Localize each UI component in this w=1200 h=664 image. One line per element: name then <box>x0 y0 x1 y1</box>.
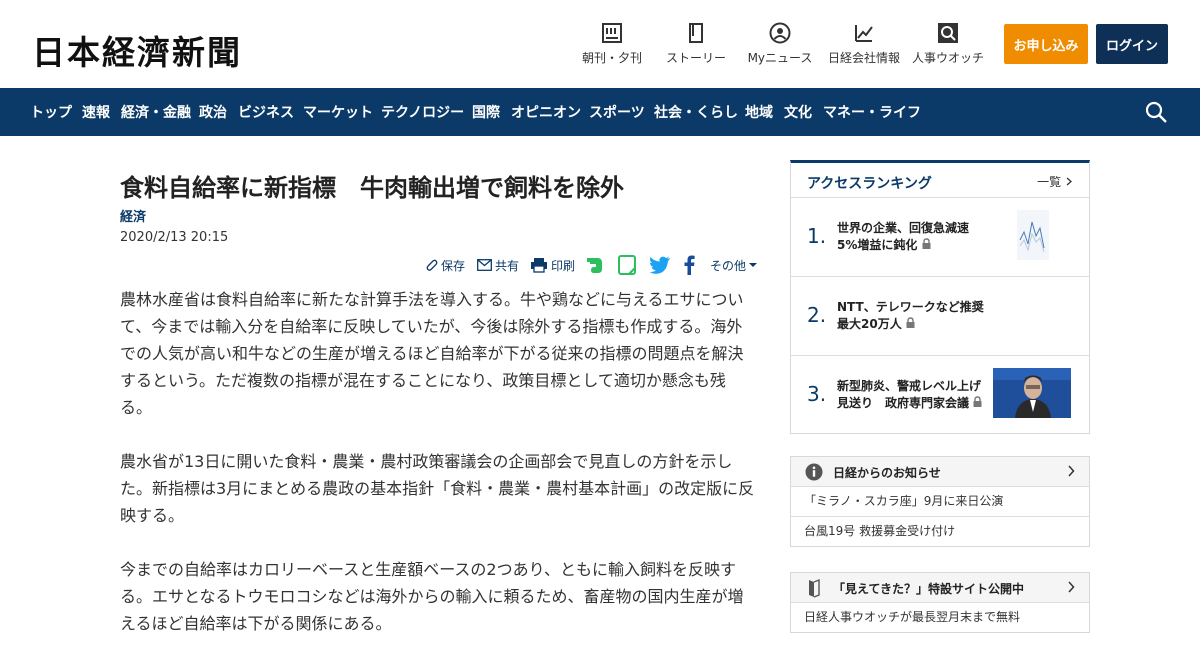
ranking-headline-text: 世界の企業、回復急減速 5%増益に鈍化 <box>837 221 970 252</box>
more-options-button[interactable]: その他 <box>710 254 761 276</box>
book-icon <box>689 23 703 43</box>
facebook-icon <box>684 255 695 275</box>
nav-label: Myニュース <box>747 51 813 65</box>
info-icon <box>805 463 823 481</box>
save-label: 保存 <box>441 258 466 273</box>
nav-label: 日経会社情報 <box>827 51 900 65</box>
login-button[interactable]: ログイン <box>1096 24 1168 64</box>
facebook-button[interactable] <box>683 254 698 276</box>
nav-item-top[interactable]: トップ <box>30 102 72 122</box>
lock-icon <box>922 238 931 249</box>
nav-story[interactable]: ストーリー <box>662 20 730 70</box>
article-date: 2020/2/13 20:15 <box>120 230 229 245</box>
nav-item-region[interactable]: 地域 <box>745 102 773 122</box>
nav-item-breaking[interactable]: 速報 <box>82 102 110 122</box>
more-options-label: その他 <box>710 258 747 273</box>
clip-button[interactable] <box>617 254 640 276</box>
top-header: 日本経濟新聞 朝刊・夕刊 ストーリー Myニュース 日経会社情報 人事ウオッチ … <box>0 0 1200 88</box>
ranking-number: 2. <box>807 303 827 327</box>
nav-company-info[interactable]: 日経会社情報 <box>826 20 902 70</box>
ranking-number: 1. <box>807 224 827 248</box>
evernote-icon <box>587 258 602 273</box>
user-icon <box>769 22 791 44</box>
save-button[interactable]: 保存 <box>424 254 465 276</box>
chevron-right-icon <box>1066 177 1072 186</box>
nav-item-market[interactable]: マーケット <box>303 102 373 122</box>
nav-label: 人事ウオッチ <box>911 51 984 65</box>
promo-title: 「見えてきた？」特設サイト公開中 <box>833 582 1025 596</box>
nav-personnel-watch[interactable]: 人事ウオッチ <box>910 20 986 70</box>
newspaper-icon <box>602 23 622 43</box>
nav-item-sports[interactable]: スポーツ <box>589 102 645 122</box>
clip-note-icon <box>618 255 636 275</box>
nav-item-politics[interactable]: 政治 <box>199 102 227 122</box>
nav-item-business[interactable]: ビジネス <box>238 102 294 122</box>
article-title: 食料自給率に新指標 牛肉輸出増で飼料を除外 <box>120 174 624 202</box>
nav-my-news[interactable]: Myニュース <box>746 20 814 70</box>
ranking-item[interactable]: 3. 新型肺炎、警戒レベル上げ見送り 政府専門家会議 <box>791 356 1089 434</box>
book-mark-icon <box>809 578 820 598</box>
nav-item-international[interactable]: 国際 <box>472 102 500 122</box>
evernote-button[interactable] <box>586 254 607 276</box>
twitter-icon <box>649 256 670 274</box>
ranking-headline: 新型肺炎、警戒レベル上げ見送り 政府専門家会議 <box>837 378 987 412</box>
ranking-number: 3. <box>807 382 827 406</box>
ranking-headline: NTT、テレワークなど推奨 最大20万人 <box>837 299 997 333</box>
article-category[interactable]: 経済 <box>120 206 146 225</box>
twitter-button[interactable] <box>649 254 674 276</box>
magnifier-icon <box>938 23 958 43</box>
nikkei-notices: 日経からのお知らせ 「ミラノ・スカラ座」9月に来日公演 台風19号 救援募金受け… <box>790 456 1090 547</box>
promo-item[interactable]: 日経人事ウオッチが最長翌月末まで無料 <box>791 603 1089 632</box>
notice-item[interactable]: 台風19号 救援募金受け付け <box>791 517 1089 546</box>
chevron-right-icon <box>1068 465 1075 477</box>
share-label: 共有 <box>495 258 520 273</box>
notice-title: 日経からのお知らせ <box>833 466 941 480</box>
ranking-item[interactable]: 1. 世界の企業、回復急減速 5%増益に鈍化 <box>791 198 1089 277</box>
nav-item-economy[interactable]: 経済・金融 <box>121 102 191 122</box>
main-nav: トップ 速報 経済・金融 政治 ビジネス マーケット テクノロジー 国際 オピニ… <box>0 88 1200 136</box>
article-paragraph: 農林水産省は食料自給率に新たな計算手法を導入する。牛や鶏などに与えるエサについて… <box>120 290 744 417</box>
ranking-more-link[interactable]: 一覧 <box>1037 173 1073 190</box>
nav-label: ストーリー <box>665 51 726 65</box>
nav-item-opinion[interactable]: オピニオン <box>511 102 581 122</box>
ranking-item[interactable]: 2. NTT、テレワークなど推奨 最大20万人 <box>791 277 1089 356</box>
paperclip-icon <box>426 259 438 271</box>
nav-paper-edition[interactable]: 朝刊・夕刊 <box>578 20 646 70</box>
mail-icon <box>477 259 492 271</box>
ranking-more-label: 一覧 <box>1037 175 1062 189</box>
notice-header[interactable]: 日経からのお知らせ <box>791 457 1089 487</box>
nav-label: 朝刊・夕刊 <box>581 51 642 65</box>
nav-item-technology[interactable]: テクノロジー <box>381 102 464 122</box>
subscribe-button[interactable]: お申し込み <box>1004 24 1088 64</box>
access-ranking: アクセスランキング 一覧 1. 世界の企業、回復急減速 5%増益に鈍化 2. N… <box>790 160 1090 434</box>
print-button[interactable]: 印刷 <box>530 254 575 276</box>
promo-header[interactable]: 「見えてきた？」特設サイト公開中 <box>791 573 1089 603</box>
lock-icon <box>906 317 915 328</box>
ranking-header: アクセスランキング 一覧 <box>791 163 1089 198</box>
print-label: 印刷 <box>551 258 576 273</box>
nav-item-culture[interactable]: 文化 <box>784 102 812 122</box>
article-paragraph: 今までの自給率はカロリーベースと生産額ベースの2つあり、ともに輸入飼料を反映する… <box>120 560 744 633</box>
share-button[interactable]: 共有 <box>477 254 519 276</box>
lock-icon <box>973 396 982 407</box>
article-paragraph: 農水省が13日に開いた食料・農業・農村政策審議会の企画部会で見直しの方針を示した… <box>120 452 755 525</box>
promo-box: 「見えてきた？」特設サイト公開中 日経人事ウオッチが最長翌月末まで無料 <box>790 572 1090 633</box>
chart-thumbnail <box>1017 210 1049 260</box>
ranking-headline-text: 新型肺炎、警戒レベル上げ見送り 政府専門家会議 <box>837 379 982 410</box>
chart-icon <box>855 25 873 42</box>
ranking-title: アクセスランキング <box>807 176 932 192</box>
notice-item[interactable]: 「ミラノ・スカラ座」9月に来日公演 <box>791 487 1089 517</box>
ranking-headline: 世界の企業、回復急減速 5%増益に鈍化 <box>837 220 977 254</box>
printer-icon <box>531 258 547 273</box>
article-body: 農林水産省は食料自給率に新たな計算手法を導入する。牛や鶏などに与えるエサについて… <box>120 286 756 664</box>
nav-item-money-life[interactable]: マネー・ライフ <box>823 102 921 122</box>
ranking-headline-text: NTT、テレワークなど推奨 最大20万人 <box>837 300 996 331</box>
nav-item-society[interactable]: 社会・くらし <box>654 102 738 122</box>
caret-down-icon <box>749 263 758 267</box>
search-icon[interactable] <box>1144 100 1168 124</box>
site-logo[interactable]: 日本経濟新聞 <box>32 26 242 74</box>
chevron-right-icon <box>1068 581 1075 593</box>
press-photo-thumbnail <box>993 368 1071 418</box>
